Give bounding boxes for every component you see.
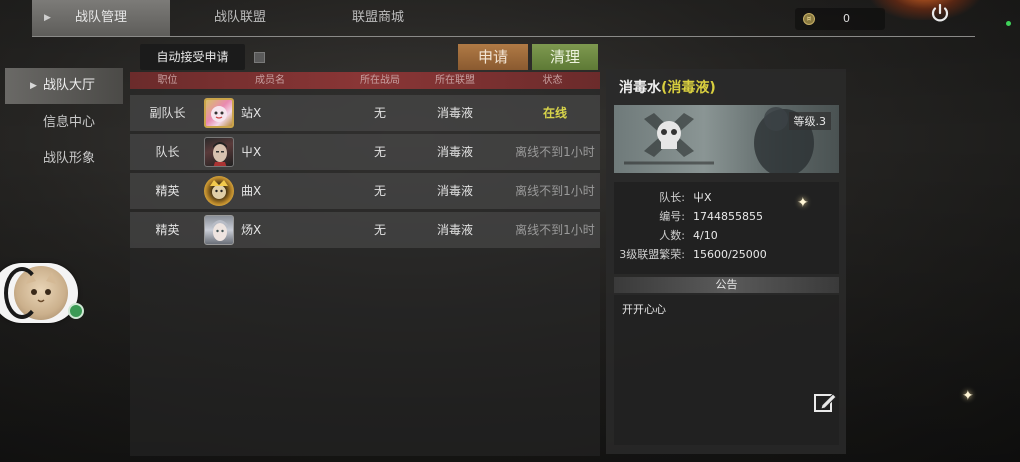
active-arrow-icon: ▶ xyxy=(44,13,51,23)
auto-accept-label: 自动接受申请 xyxy=(140,44,245,70)
stat-value: 15600/25000 xyxy=(693,248,767,261)
table-row[interactable]: 精英 炀X 无 消毒液 离线不到1小时 xyxy=(130,212,600,248)
sidebar-item-team-image[interactable]: 战队形象 xyxy=(5,141,123,177)
stat-value: 屮X xyxy=(693,191,712,204)
row-member-name: 站X xyxy=(241,106,262,120)
row-status: 在线 xyxy=(542,106,567,120)
row-status: 离线不到1小时 xyxy=(515,145,595,159)
tab-divider xyxy=(32,36,975,37)
team-info-panel: 消毒水(消毒液) 等级.3 队长: 屮X 编号: 1744855855 人数: … xyxy=(606,69,846,454)
stat-value: 4/10 xyxy=(693,229,718,242)
sidebar-item-label: 战队形象 xyxy=(43,151,96,166)
tab-label: 战队联盟 xyxy=(213,10,266,25)
tab-alliance-shop[interactable]: 联盟商城 xyxy=(328,0,428,36)
tab-label: 联盟商城 xyxy=(351,10,404,25)
apply-button[interactable]: 申请 xyxy=(458,44,528,70)
status-dot xyxy=(1006,21,1011,26)
active-arrow-icon: ▶ xyxy=(30,81,37,91)
stat-value: 1744855855 xyxy=(693,210,763,223)
stat-label: 3级联盟繁荣: xyxy=(619,248,685,261)
team-title: 消毒水(消毒液) xyxy=(619,77,716,97)
notice-text: 开开心心 xyxy=(622,303,666,316)
avatar[interactable] xyxy=(204,176,234,206)
sidebar-item-label: 战队大厅 xyxy=(43,78,96,93)
currency-value: 0 xyxy=(843,12,850,25)
top-tab-bar: ▶ 战队管理 战队联盟 联盟商城 ¤ 0 xyxy=(0,0,1020,38)
clean-button[interactable]: 清理 xyxy=(532,44,598,70)
avatar[interactable] xyxy=(204,98,234,128)
avatar[interactable] xyxy=(204,137,234,167)
row-position: 精英 xyxy=(155,184,180,198)
row-position: 队长 xyxy=(155,145,180,159)
sidebar-item-label: 信息中心 xyxy=(43,115,96,130)
avatar-face-icon xyxy=(211,106,227,122)
team-banner: 等级.3 xyxy=(614,105,839,173)
row-alliance: 消毒液 xyxy=(436,145,473,159)
header-member-name: 成员名 xyxy=(255,75,285,86)
table-row[interactable]: 队长 屮X 无 消毒液 离线不到1小时 xyxy=(130,134,600,170)
crescent-icon xyxy=(4,267,40,319)
team-alliance: (消毒液) xyxy=(661,80,716,96)
row-alliance: 消毒液 xyxy=(436,223,473,237)
currency-display[interactable]: ¤ 0 xyxy=(795,8,885,30)
sparkle-icon: ✦ xyxy=(797,195,809,211)
table-header: 职位 成员名 所在战局 所在联盟 状态 xyxy=(130,72,600,89)
sparkle-icon: ✦ xyxy=(962,388,974,404)
tab-team-management[interactable]: ▶ 战队管理 xyxy=(32,0,170,36)
stat-row-prosperity: 3级联盟繁荣: 15600/25000 xyxy=(614,246,839,264)
tab-team-alliance[interactable]: 战队联盟 xyxy=(190,0,290,36)
header-status: 状态 xyxy=(542,75,563,86)
row-status: 离线不到1小时 xyxy=(515,223,595,237)
stat-label: 队长: xyxy=(659,191,685,204)
edit-icon[interactable] xyxy=(812,389,838,415)
sidebar-item-team-hall[interactable]: ▶ 战队大厅 xyxy=(5,68,123,104)
auto-accept-checkbox[interactable] xyxy=(254,52,265,63)
row-alliance: 消毒液 xyxy=(436,184,473,198)
stat-row-members: 人数: 4/10 xyxy=(614,227,839,245)
header-alliance: 所在联盟 xyxy=(435,75,475,86)
table-row[interactable]: 精英 曲X 无 消毒液 离线不到1小时 xyxy=(130,173,600,209)
avatar-face-icon xyxy=(212,220,228,241)
avatar-face-icon xyxy=(213,142,227,166)
tab-label: 战队管理 xyxy=(74,10,127,25)
team-name: 消毒水 xyxy=(619,80,661,96)
stat-label: 人数: xyxy=(659,229,685,242)
power-icon[interactable] xyxy=(928,1,952,25)
notice-title: 公告 xyxy=(614,277,839,293)
member-table: 职位 成员名 所在战局 所在联盟 状态 副队长 站X 无 消毒液 在线 队长 屮… xyxy=(130,72,600,456)
header-position: 职位 xyxy=(157,75,178,86)
table-row[interactable]: 副队长 站X 无 消毒液 在线 xyxy=(130,95,600,131)
row-member-name: 曲X xyxy=(241,184,262,198)
stat-label: 编号: xyxy=(659,210,685,223)
row-member-name: 屮X xyxy=(241,145,262,159)
row-member-name: 炀X xyxy=(241,223,262,237)
row-position: 副队长 xyxy=(149,106,186,120)
row-position: 精英 xyxy=(155,223,180,237)
team-level-badge: 等级.3 xyxy=(788,112,831,130)
row-status: 离线不到1小时 xyxy=(515,184,595,198)
notice-box: 开开心心 xyxy=(614,295,839,445)
avatar[interactable] xyxy=(204,215,234,245)
avatar-face-icon xyxy=(210,180,228,199)
sidebar-item-info-center[interactable]: 信息中心 xyxy=(5,105,123,141)
row-alliance: 消毒液 xyxy=(436,106,473,120)
badge-icon xyxy=(68,303,84,319)
coin-icon: ¤ xyxy=(803,13,815,25)
